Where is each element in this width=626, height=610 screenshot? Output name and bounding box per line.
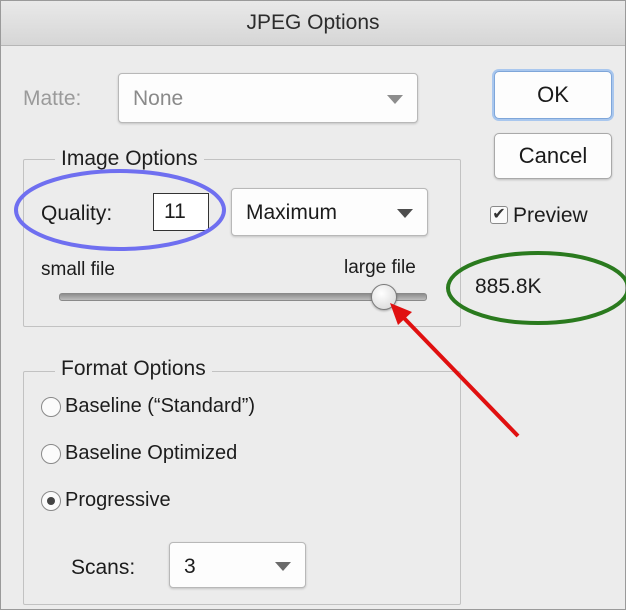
chevron-down-icon (397, 209, 413, 218)
small-file-label: small file (41, 259, 115, 280)
preview-checkbox[interactable]: ✔ (490, 206, 508, 224)
matte-label: Matte: (23, 87, 82, 110)
radio-label: Progressive (65, 489, 171, 511)
format-options-legend: Format Options (55, 357, 212, 381)
title-bar[interactable]: JPEG Options (1, 1, 625, 46)
large-file-label: large file (344, 257, 416, 278)
scans-label: Scans: (71, 556, 136, 579)
quality-preset-select[interactable]: Maximum (231, 188, 428, 236)
image-options-legend: Image Options (55, 147, 204, 171)
radio-label: Baseline (“Standard”) (65, 395, 256, 417)
cancel-button[interactable]: Cancel (494, 133, 612, 179)
quality-input[interactable]: 11 (153, 193, 209, 231)
file-size-readout: 885.8K (475, 275, 542, 298)
jpeg-options-dialog: JPEG Options Matte: None OK Cancel Image… (0, 0, 626, 610)
radio-circle[interactable] (41, 397, 61, 417)
quality-preset-value: Maximum (246, 201, 338, 224)
scans-select[interactable]: 3 (169, 542, 306, 588)
radio-label: Baseline Optimized (65, 442, 238, 464)
dialog-title: JPEG Options (246, 11, 380, 34)
chevron-down-icon (387, 95, 403, 104)
preview-label: Preview (513, 204, 588, 227)
scans-value: 3 (184, 555, 196, 578)
matte-value: None (133, 87, 184, 110)
quality-label: Quality: (41, 202, 113, 225)
ok-button[interactable]: OK (494, 71, 612, 119)
quality-slider-thumb[interactable] (370, 284, 397, 310)
radio-circle[interactable] (41, 491, 61, 511)
matte-select[interactable]: None (118, 73, 418, 123)
chevron-down-icon (275, 562, 291, 571)
radio-circle[interactable] (41, 444, 61, 464)
